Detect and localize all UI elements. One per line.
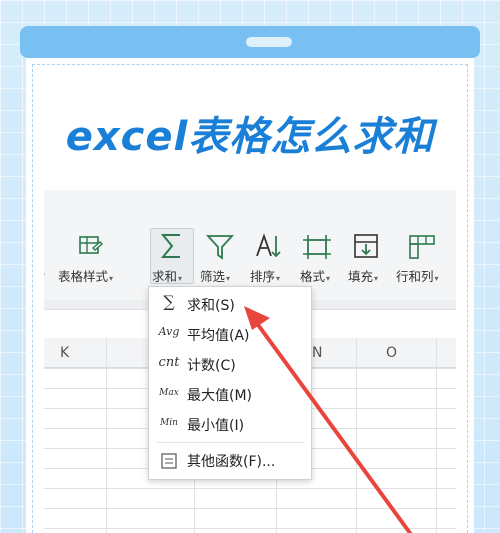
- red-arrow-annotation: [244, 306, 412, 533]
